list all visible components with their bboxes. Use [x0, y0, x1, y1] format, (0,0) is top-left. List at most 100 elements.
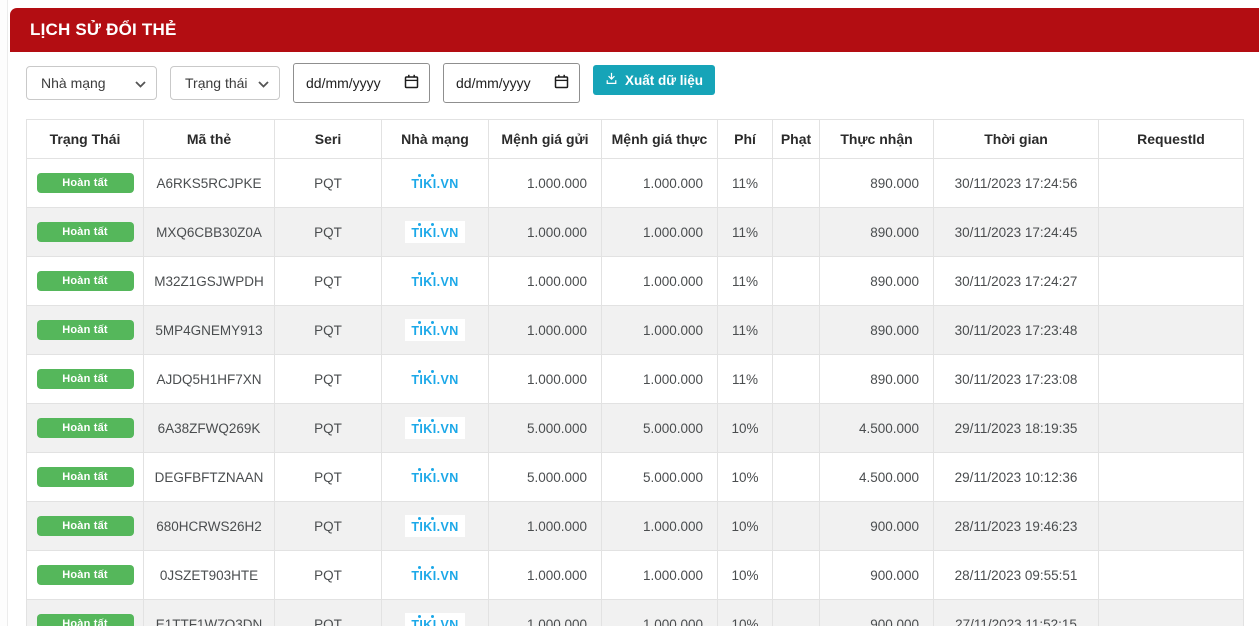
- cell-seri: PQT: [274, 207, 382, 257]
- cell-fee: 10%: [717, 403, 773, 453]
- history-table: Trạng Thái Mã thẻ Seri Nhà mạng Mệnh giá…: [26, 119, 1244, 626]
- cell-fee: 10%: [717, 501, 773, 551]
- tiki-logo: TIKI.VN: [405, 613, 465, 626]
- cell-network: TIKI.VN: [381, 501, 489, 551]
- col-header-network: Nhà mạng: [381, 119, 489, 159]
- cell-network: TIKI.VN: [381, 550, 489, 600]
- table-row: Hoàn tất A6RKS5RCJPKE PQT TIKI.VN 1.000.…: [26, 158, 1244, 208]
- cell-time: 29/11/2023 18:19:35: [933, 403, 1099, 453]
- cell-card-code: AJDQ5H1HF7XN: [143, 354, 275, 404]
- cell-penalty: [772, 207, 820, 257]
- cell-request-id: [1098, 256, 1244, 306]
- cell-request-id: [1098, 452, 1244, 502]
- table-row: Hoàn tất MXQ6CBB30Z0A PQT TIKI.VN 1.000.…: [26, 207, 1244, 257]
- cell-real-value: 1.000.000: [601, 599, 718, 626]
- calendar-icon[interactable]: [554, 74, 569, 92]
- date-from-placeholder: dd/mm/yyyy: [306, 75, 381, 91]
- cell-fee: 11%: [717, 158, 773, 208]
- cell-network: TIKI.VN: [381, 354, 489, 404]
- cell-sent-value: 1.000.000: [488, 501, 602, 551]
- cell-request-id: [1098, 501, 1244, 551]
- cell-sent-value: 1.000.000: [488, 256, 602, 306]
- cell-penalty: [772, 158, 820, 208]
- status-badge: Hoàn tất: [36, 271, 134, 291]
- cell-sent-value: 1.000.000: [488, 354, 602, 404]
- table-row: Hoàn tất 680HCRWS26H2 PQT TIKI.VN 1.000.…: [26, 501, 1244, 551]
- col-header-received: Thực nhận: [819, 119, 934, 159]
- cell-status: Hoàn tất: [26, 403, 144, 453]
- cell-status: Hoàn tất: [26, 599, 144, 626]
- cell-real-value: 1.000.000: [601, 158, 718, 208]
- cell-status: Hoàn tất: [26, 550, 144, 600]
- cell-network: TIKI.VN: [381, 452, 489, 502]
- cell-received: 890.000: [819, 256, 934, 306]
- cell-real-value: 1.000.000: [601, 354, 718, 404]
- cell-time: 27/11/2023 11:52:15: [933, 599, 1099, 626]
- export-data-label: Xuất dữ liệu: [625, 72, 704, 88]
- cell-time: 29/11/2023 10:12:36: [933, 452, 1099, 502]
- cell-network: TIKI.VN: [381, 403, 489, 453]
- panel-header: LỊCH SỬ ĐỔI THẺ: [10, 8, 1259, 52]
- cell-time: 30/11/2023 17:23:08: [933, 354, 1099, 404]
- cell-penalty: [772, 501, 820, 551]
- tiki-logo: TIKI.VN: [405, 270, 465, 292]
- cell-card-code: 680HCRWS26H2: [143, 501, 275, 551]
- page-title: LỊCH SỬ ĐỔI THẺ: [30, 20, 177, 39]
- status-badge: Hoàn tất: [36, 565, 134, 585]
- export-data-button[interactable]: Xuất dữ liệu: [593, 65, 716, 95]
- calendar-icon[interactable]: [404, 74, 419, 92]
- cell-card-code: DEGFBFTZNAAN: [143, 452, 275, 502]
- cell-real-value: 5.000.000: [601, 452, 718, 502]
- col-header-time: Thời gian: [933, 119, 1099, 159]
- cell-received: 890.000: [819, 354, 934, 404]
- cell-request-id: [1098, 599, 1244, 626]
- cell-status: Hoàn tất: [26, 354, 144, 404]
- date-from-input[interactable]: dd/mm/yyyy: [293, 63, 430, 103]
- cell-received: 900.000: [819, 599, 934, 626]
- cell-time: 28/11/2023 19:46:23: [933, 501, 1099, 551]
- chevron-down-icon: [258, 75, 269, 91]
- table-row: Hoàn tất AJDQ5H1HF7XN PQT TIKI.VN 1.000.…: [26, 354, 1244, 404]
- cell-sent-value: 1.000.000: [488, 599, 602, 626]
- cell-time: 30/11/2023 17:24:56: [933, 158, 1099, 208]
- table-row: Hoàn tất 5MP4GNEMY913 PQT TIKI.VN 1.000.…: [26, 305, 1244, 355]
- card-history-panel: LỊCH SỬ ĐỔI THẺ Nhà mạng Trạng thái dd/m…: [10, 0, 1259, 626]
- cell-received: 900.000: [819, 550, 934, 600]
- network-filter-select[interactable]: Nhà mạng: [26, 66, 157, 100]
- cell-seri: PQT: [274, 403, 382, 453]
- page-left-gutter: [0, 0, 8, 626]
- cell-seri: PQT: [274, 452, 382, 502]
- table-row: Hoàn tất E1TTF1W7Q3DN PQT TIKI.VN 1.000.…: [26, 599, 1244, 626]
- cell-status: Hoàn tất: [26, 256, 144, 306]
- cell-penalty: [772, 354, 820, 404]
- cell-received: 4.500.000: [819, 452, 934, 502]
- cell-received: 890.000: [819, 305, 934, 355]
- tiki-logo: TIKI.VN: [405, 564, 465, 586]
- status-badge: Hoàn tất: [36, 516, 134, 536]
- status-badge: Hoàn tất: [36, 222, 134, 242]
- status-filter-select[interactable]: Trạng thái: [170, 66, 280, 100]
- cell-status: Hoàn tất: [26, 158, 144, 208]
- cell-network: TIKI.VN: [381, 158, 489, 208]
- date-to-input[interactable]: dd/mm/yyyy: [443, 63, 580, 103]
- cell-fee: 11%: [717, 207, 773, 257]
- cell-network: TIKI.VN: [381, 599, 489, 626]
- cell-sent-value: 5.000.000: [488, 452, 602, 502]
- col-header-status: Trạng Thái: [26, 119, 144, 159]
- cell-real-value: 1.000.000: [601, 501, 718, 551]
- cell-fee: 11%: [717, 305, 773, 355]
- tiki-logo: TIKI.VN: [405, 172, 465, 194]
- filter-bar: Nhà mạng Trạng thái dd/mm/yyyy dd/mm/yyy…: [10, 52, 1259, 111]
- cell-card-code: M32Z1GSJWPDH: [143, 256, 275, 306]
- col-header-seri: Seri: [274, 119, 382, 159]
- table-row: Hoàn tất M32Z1GSJWPDH PQT TIKI.VN 1.000.…: [26, 256, 1244, 306]
- cell-card-code: 5MP4GNEMY913: [143, 305, 275, 355]
- cell-sent-value: 1.000.000: [488, 305, 602, 355]
- cell-time: 30/11/2023 17:24:27: [933, 256, 1099, 306]
- cell-fee: 10%: [717, 599, 773, 626]
- download-icon: [605, 72, 618, 88]
- cell-request-id: [1098, 158, 1244, 208]
- cell-penalty: [772, 550, 820, 600]
- cell-network: TIKI.VN: [381, 305, 489, 355]
- tiki-logo: TIKI.VN: [405, 221, 465, 243]
